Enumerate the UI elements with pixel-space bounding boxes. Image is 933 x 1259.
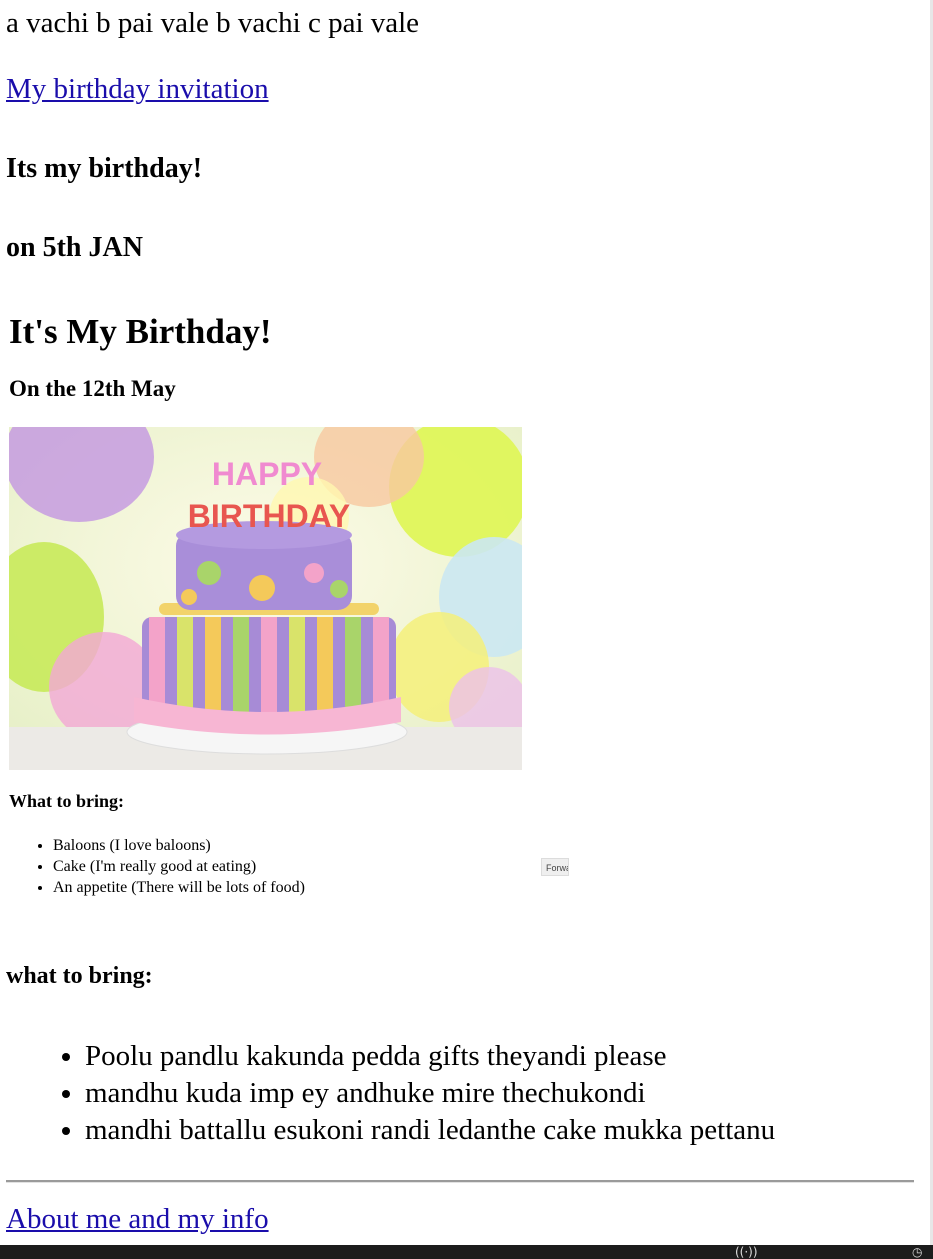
birthday-invitation-link[interactable]: My birthday invitation bbox=[6, 73, 269, 106]
embedded-invitation-screenshot: It's My Birthday! On the 12th May HAPPY … bbox=[9, 310, 579, 900]
bring-list: Poolu pandlu kakunda pedda gifts theyand… bbox=[0, 1038, 775, 1149]
forward-button: Forwa bbox=[541, 858, 569, 876]
list-item: An appetite (There will be lots of food) bbox=[53, 877, 305, 898]
list-item: Poolu pandlu kakunda pedda gifts theyand… bbox=[85, 1038, 775, 1075]
heading-what-to-bring: what to bring: bbox=[6, 963, 153, 989]
photo-text-birthday: BIRTHDAY bbox=[188, 498, 350, 534]
embedded-title: It's My Birthday! bbox=[9, 312, 272, 351]
list-item: Cake (I'm really good at eating) bbox=[53, 856, 305, 877]
clock-icon[interactable]: ◷ bbox=[912, 1245, 922, 1259]
wifi-icon[interactable]: ((·)) bbox=[735, 1245, 758, 1259]
page: a vachi b pai vale b vachi c pai vale My… bbox=[0, 0, 933, 1259]
embedded-bring-heading: What to bring: bbox=[9, 791, 125, 811]
divider bbox=[6, 1180, 914, 1183]
list-item: mandhu kuda imp ey andhuke mire thechuko… bbox=[85, 1075, 775, 1112]
intro-text: a vachi b pai vale b vachi c pai vale bbox=[6, 7, 420, 39]
photo-text-happy: HAPPY bbox=[212, 456, 322, 492]
list-item: Baloons (I love baloons) bbox=[53, 835, 305, 856]
birthday-cake-image: HAPPY BIRTHDAY bbox=[9, 427, 522, 770]
taskbar: ((·)) ◷ bbox=[0, 1245, 933, 1259]
embedded-bring-list: Baloons (I love baloons) Cake (I'm reall… bbox=[9, 835, 305, 898]
list-item: mandhi battallu esukoni randi ledanthe c… bbox=[85, 1112, 775, 1149]
heading-date: on 5th JAN bbox=[6, 232, 143, 263]
about-me-link[interactable]: About me and my info bbox=[6, 1203, 269, 1236]
embedded-subtitle: On the 12th May bbox=[9, 376, 176, 401]
heading-its-my-birthday: Its my birthday! bbox=[6, 153, 203, 184]
